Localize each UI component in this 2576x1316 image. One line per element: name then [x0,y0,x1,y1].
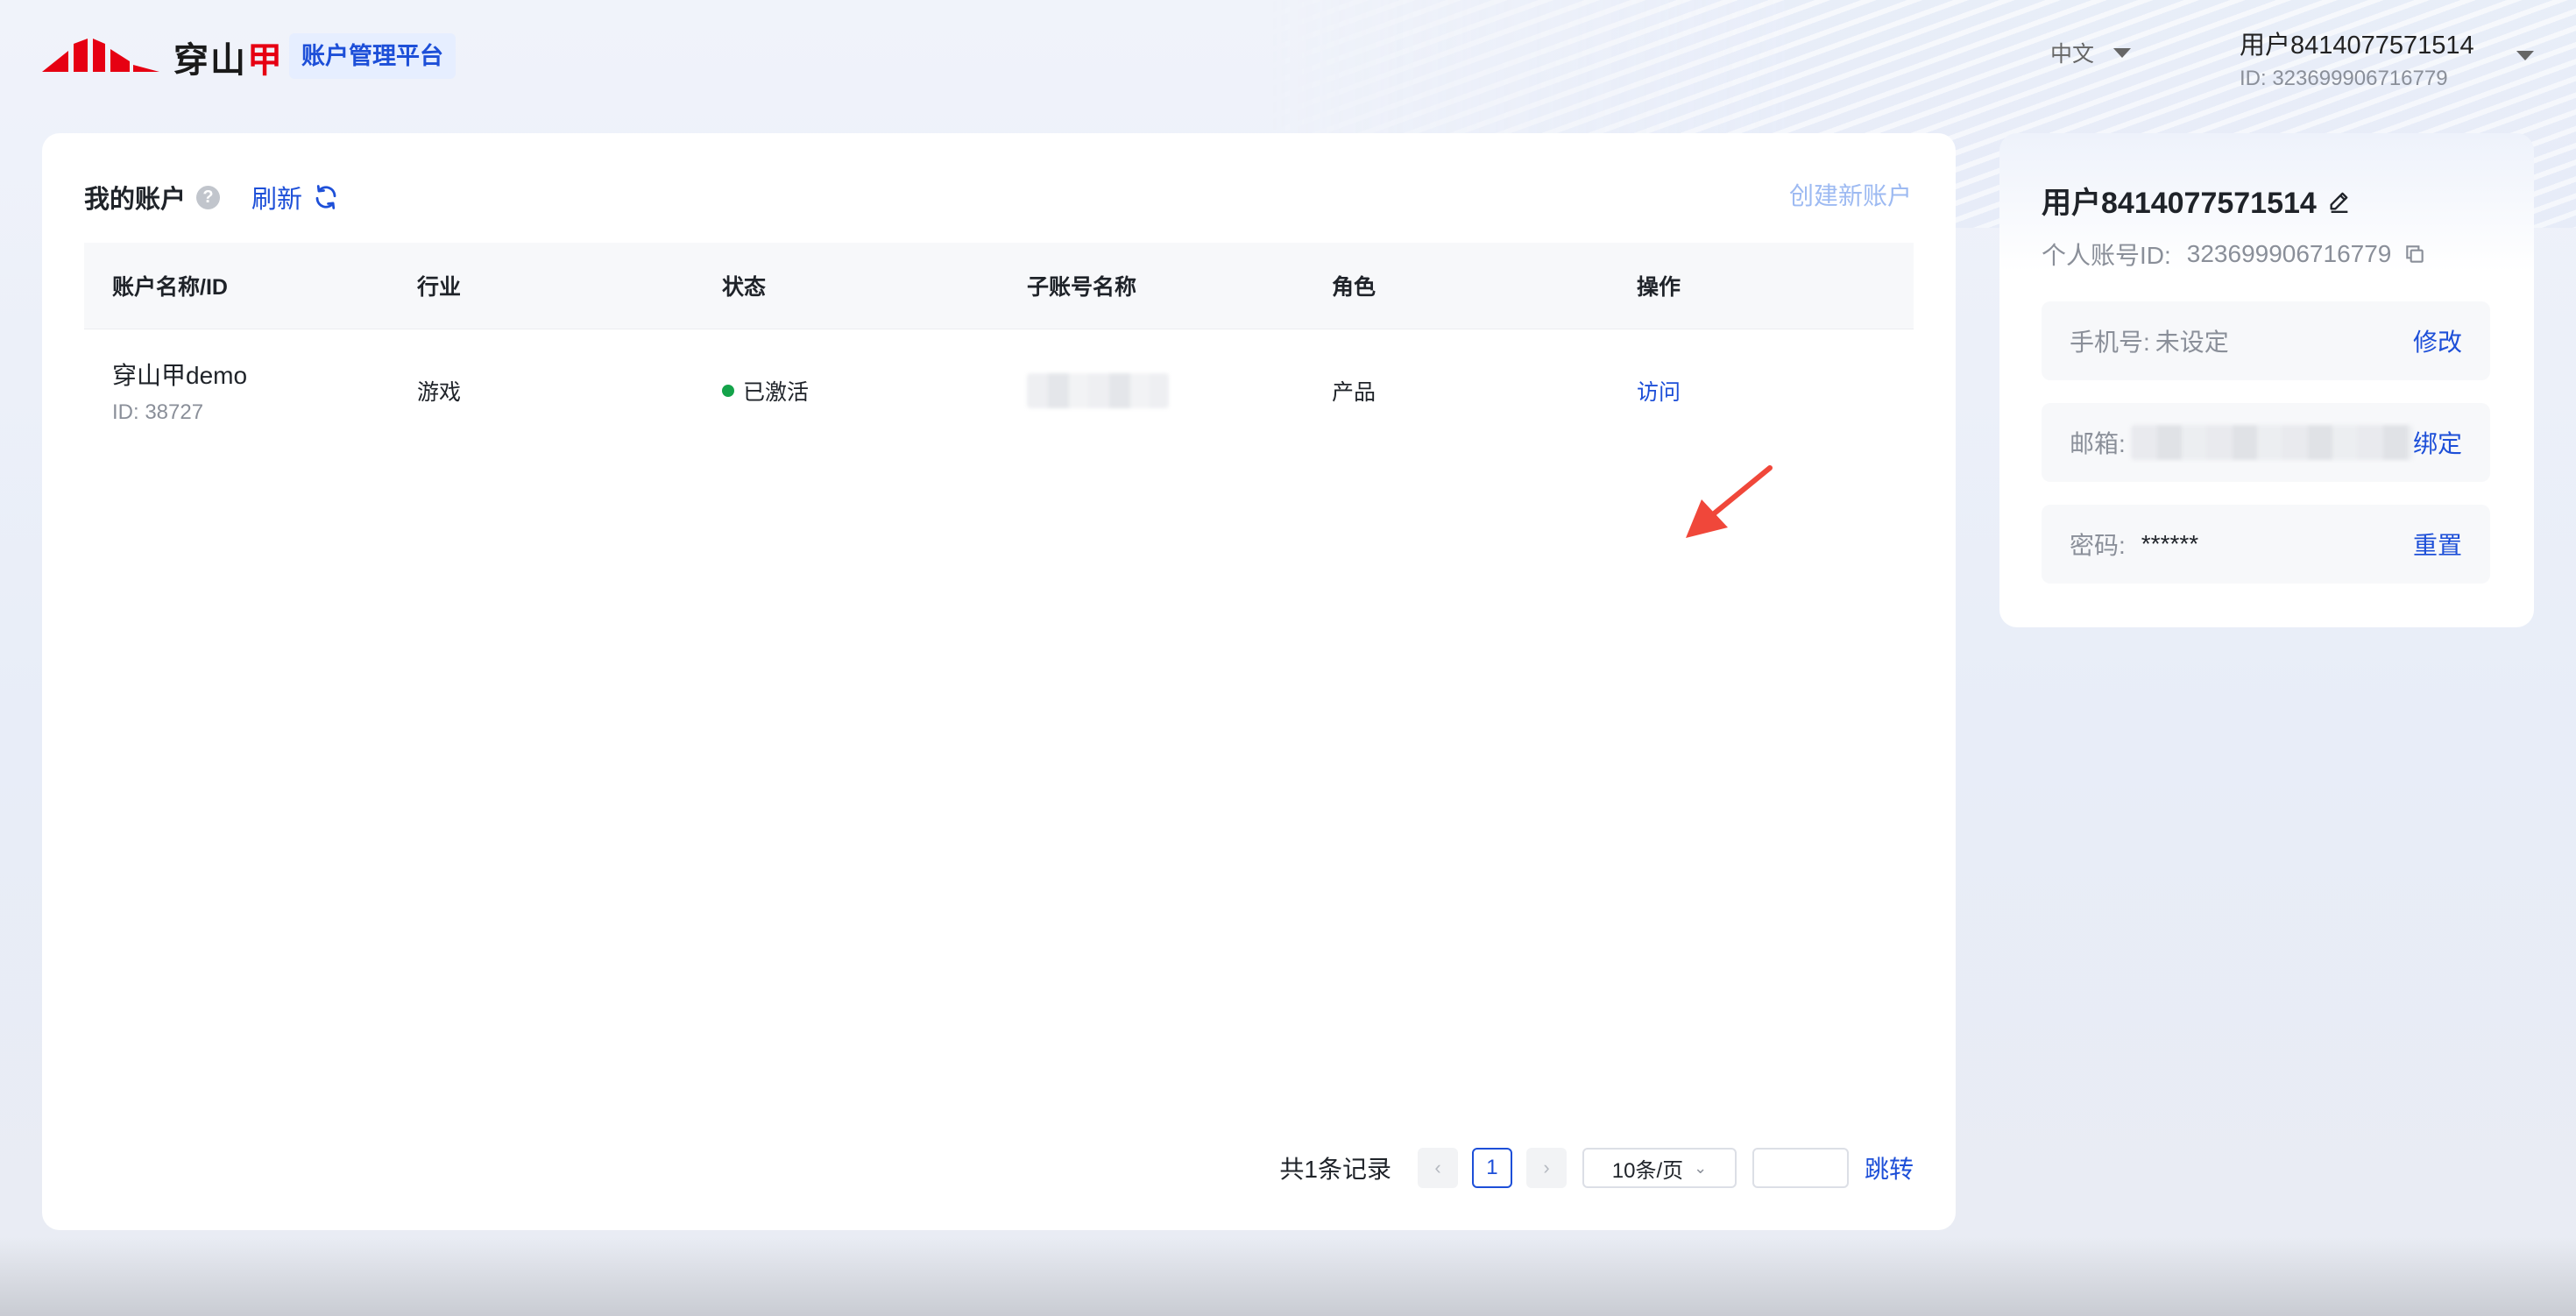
role-cell: 产品 [1332,380,1376,405]
status-cell: 已激活 [694,375,999,407]
pangolin-logo-icon [42,39,159,72]
phone-value: 未设定 [2155,329,2229,356]
logo-text: 穿山甲 [173,41,284,80]
profile-name: 用户8414077571514 [2042,179,2352,222]
user-menu-caret-down-icon[interactable] [2516,51,2534,60]
top-header: 穿山甲 账户管理平台 中文 用户8414077571514 ID: 323699… [0,0,2576,114]
bottom-shadow [0,1237,2576,1316]
password-label: 密码: [2070,532,2126,559]
account-name: 穿山甲demo [112,362,248,389]
password-reset-button[interactable]: 重置 [2413,527,2462,562]
accounts-card-header: 我的账户 ? 刷新 [84,179,339,216]
pagination: 共1条记录 ‹ 1 › 10条/页 ⌄ 跳转 [1279,1148,1914,1188]
refresh-label: 刷新 [251,186,303,214]
column-header-role: 角色 [1332,275,1376,300]
page-size-select[interactable]: 10条/页 ⌄ [1582,1148,1737,1188]
accounts-title: 我的账户 [84,186,187,214]
password-value: ****** [2141,530,2199,557]
logo[interactable]: 穿山甲 [42,32,284,82]
column-header-status: 状态 [722,275,767,300]
refresh-button[interactable]: 刷新 [251,179,339,216]
action-cell: 访问 [1609,375,1914,407]
column-header-industry: 行业 [417,275,462,300]
subaccount-cell [999,373,1304,408]
phone-modify-button[interactable]: 修改 [2413,323,2462,358]
email-bind-button[interactable]: 绑定 [2413,425,2462,460]
profile-id-value: 323699906716779 [2186,240,2392,267]
active-status-dot-icon [722,385,734,397]
language-selector[interactable]: 中文 [2050,37,2132,68]
account-cell: 穿山甲demo ID: 38727 [84,357,389,425]
table-header: 账户名称/ID 行业 状态 子账号名称 角色 操作 [84,243,1914,329]
header-user-id: ID: 323699906716779 [2240,67,2448,90]
accounts-card: 我的账户 ? 刷新 创建新账户 账户名称/ID 行业 状态 子账号名称 角色 操… [42,133,1956,1230]
profile-id: 个人账号ID: 323699906716779 [2042,237,2426,272]
help-icon[interactable]: ? [196,185,221,209]
status-badge: 已激活 [722,375,999,407]
column-header-account: 账户名称/ID [112,275,228,300]
platform-name-badge: 账户管理平台 [289,33,456,79]
caret-down-icon [2113,47,2132,58]
page-jump-input[interactable] [1752,1148,1849,1188]
language-label: 中文 [2050,42,2095,67]
profile-card: 用户8414077571514 个人账号ID: 323699906716779 … [1999,133,2534,627]
column-header-subaccount: 子账号名称 [1027,275,1137,300]
profile-id-label: 个人账号ID: [2042,242,2171,269]
annotation-arrow-icon [1686,465,1773,538]
page-number-1[interactable]: 1 [1471,1148,1512,1188]
chevron-down-icon: ⌄ [1694,1158,1708,1177]
email-row: 邮箱: 绑定 [2042,403,2490,482]
email-value-redacted [2130,425,2413,460]
table-row: 穿山甲demo ID: 38727 游戏 已激活 产品 访问 [84,329,1914,452]
phone-row: 手机号: 未设定 修改 [2042,301,2490,380]
account-id: ID: 38727 [112,400,204,424]
jump-button[interactable]: 跳转 [1865,1150,1914,1185]
phone-label: 手机号: [2070,329,2150,356]
subaccount-name-redacted [1027,373,1169,408]
column-header-action: 操作 [1637,275,1681,300]
visit-link[interactable]: 访问 [1637,380,1681,405]
total-records: 共1条记录 [1279,1156,1391,1183]
edit-pencil-icon[interactable] [2327,188,2352,213]
header-user-name: 用户8414077571514 [2240,32,2474,60]
refresh-icon [315,185,336,209]
copy-icon[interactable] [2403,243,2426,265]
profile-name-text: 用户8414077571514 [2042,187,2317,220]
password-row: 密码: ****** 重置 [2042,505,2490,584]
prev-page-button[interactable]: ‹ [1417,1148,1458,1188]
accounts-table: 账户名称/ID 行业 状态 子账号名称 角色 操作 穿山甲demo ID: 38… [84,243,1914,452]
industry-cell: 游戏 [417,380,462,405]
user-menu[interactable]: 用户8414077571514 ID: 323699906716779 [2240,25,2474,91]
status-label: 已激活 [743,380,810,405]
email-label: 邮箱: [2070,430,2126,457]
next-page-button[interactable]: › [1525,1148,1567,1188]
create-account-button[interactable]: 创建新账户 [1789,177,1912,212]
page-size-value: 10条/页 [1611,1158,1684,1183]
